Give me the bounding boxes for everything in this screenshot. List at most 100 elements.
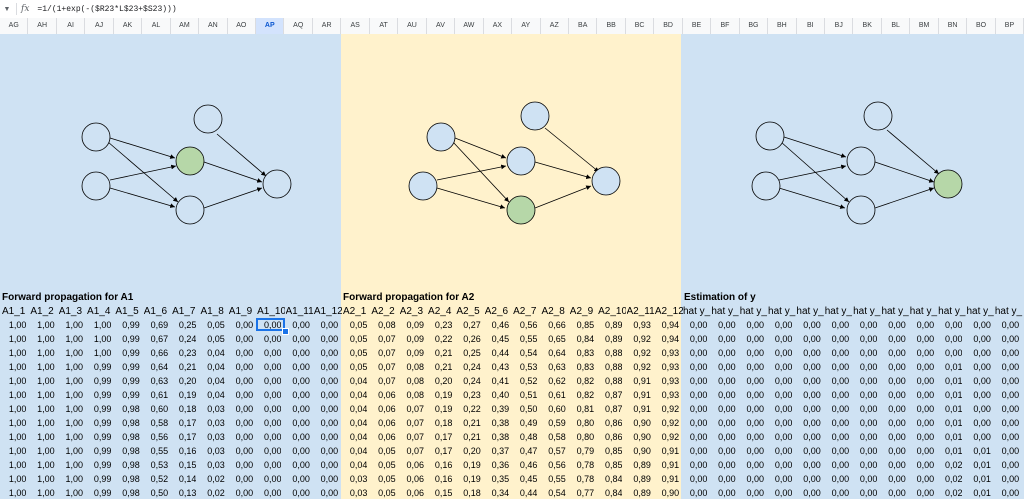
table-cell[interactable]: 0,00 bbox=[681, 430, 708, 444]
table-cell[interactable]: 0,91 bbox=[653, 444, 680, 458]
table-cell[interactable]: 0,00 bbox=[738, 360, 765, 374]
table-cell[interactable]: 0,00 bbox=[851, 360, 878, 374]
table-cell[interactable]: 0,05 bbox=[369, 458, 396, 472]
table-cell[interactable]: 0,04 bbox=[341, 458, 368, 472]
table-cell[interactable]: 0,99 bbox=[113, 318, 140, 332]
table-cell[interactable]: 0,53 bbox=[511, 360, 538, 374]
table-cell[interactable]: 0,00 bbox=[227, 486, 254, 500]
table-cell[interactable]: 0,18 bbox=[454, 486, 481, 500]
table-cell[interactable]: 0,00 bbox=[255, 416, 282, 430]
table-cell[interactable]: 0,89 bbox=[596, 332, 623, 346]
table-cell[interactable]: 1,00 bbox=[0, 458, 27, 472]
table-cell[interactable]: 0,99 bbox=[85, 486, 112, 500]
table-cell[interactable]: 0,44 bbox=[511, 486, 538, 500]
table-cell[interactable]: 0,00 bbox=[794, 374, 821, 388]
column-header[interactable]: AN bbox=[199, 18, 228, 34]
table-cell[interactable]: 0,88 bbox=[596, 360, 623, 374]
table-cell[interactable]: 0,52 bbox=[511, 374, 538, 388]
table-cell[interactable]: 0,03 bbox=[198, 458, 225, 472]
table-cell[interactable]: 0,00 bbox=[766, 374, 793, 388]
table-cell[interactable]: 0,69 bbox=[142, 318, 169, 332]
table-cell[interactable]: 0,00 bbox=[993, 458, 1020, 472]
table-cell[interactable]: 0,04 bbox=[198, 374, 225, 388]
table-cell[interactable]: 0,00 bbox=[312, 318, 339, 332]
table-cell[interactable]: 0,07 bbox=[398, 430, 425, 444]
table-cell[interactable]: 1,00 bbox=[57, 318, 84, 332]
table-cell[interactable]: 1,00 bbox=[57, 374, 84, 388]
table-cell[interactable]: 0,00 bbox=[879, 332, 906, 346]
table-cell[interactable]: 0,06 bbox=[398, 458, 425, 472]
table-cell[interactable]: 0,67 bbox=[142, 332, 169, 346]
column-header[interactable]: AO bbox=[228, 18, 257, 34]
table-cell[interactable]: 0,91 bbox=[625, 374, 651, 388]
table-cell[interactable]: 0,80 bbox=[568, 416, 595, 430]
table-cell[interactable]: 1,00 bbox=[28, 388, 55, 402]
table-cell[interactable]: 0,00 bbox=[993, 346, 1020, 360]
table-cell[interactable]: 0,00 bbox=[738, 374, 765, 388]
table-cell[interactable]: 1,00 bbox=[0, 318, 27, 332]
table-cell[interactable]: 1,00 bbox=[0, 444, 27, 458]
table-cell[interactable]: 0,03 bbox=[341, 486, 368, 500]
table-cell[interactable]: 0,92 bbox=[653, 402, 680, 416]
table-cell[interactable]: 0,43 bbox=[483, 360, 510, 374]
table-cell[interactable]: 0,21 bbox=[426, 360, 453, 374]
table-cell[interactable]: 0,07 bbox=[398, 416, 425, 430]
table-cell[interactable]: 0,02 bbox=[936, 486, 963, 500]
table-cell[interactable]: 0,55 bbox=[539, 472, 566, 486]
table-cell[interactable]: 0,00 bbox=[993, 416, 1020, 430]
table-cell[interactable]: 0,55 bbox=[511, 332, 538, 346]
table-cell[interactable]: 0,00 bbox=[851, 332, 878, 346]
table-cell[interactable]: 0,00 bbox=[709, 346, 736, 360]
table-cell[interactable]: 0,99 bbox=[113, 388, 140, 402]
column-header[interactable]: AW bbox=[455, 18, 484, 34]
table-cell[interactable]: 0,00 bbox=[823, 472, 850, 486]
table-cell[interactable]: 0,26 bbox=[454, 332, 481, 346]
column-header[interactable]: BO bbox=[967, 18, 996, 34]
table-cell[interactable]: 0,00 bbox=[766, 472, 793, 486]
table-cell[interactable]: 0,00 bbox=[993, 374, 1020, 388]
column-header[interactable]: BL bbox=[882, 18, 911, 34]
table-cell[interactable]: 0,00 bbox=[284, 486, 310, 500]
table-cell[interactable]: 0,64 bbox=[142, 360, 169, 374]
table-cell[interactable]: 0,00 bbox=[312, 388, 339, 402]
table-cell[interactable]: 0,00 bbox=[879, 444, 906, 458]
table-cell[interactable]: 0,57 bbox=[539, 444, 566, 458]
table-cell[interactable]: 0,00 bbox=[709, 374, 736, 388]
table-cell[interactable]: 0,89 bbox=[625, 458, 651, 472]
table-cell[interactable]: 1,00 bbox=[57, 486, 84, 500]
table-cell[interactable]: 0,00 bbox=[255, 430, 282, 444]
table-cell[interactable]: 0,00 bbox=[766, 318, 793, 332]
table-cell[interactable]: 1,00 bbox=[28, 472, 55, 486]
table-cell[interactable]: 0,00 bbox=[284, 430, 310, 444]
table-cell[interactable]: 0,17 bbox=[170, 430, 197, 444]
table-cell[interactable]: 0,01 bbox=[965, 486, 991, 500]
table-cell[interactable]: 0,00 bbox=[766, 486, 793, 500]
table-cell[interactable]: 0,00 bbox=[851, 388, 878, 402]
table-cell[interactable]: 0,07 bbox=[369, 360, 396, 374]
table-cell[interactable]: 0,00 bbox=[851, 458, 878, 472]
table-cell[interactable]: 0,00 bbox=[709, 472, 736, 486]
table-cell[interactable]: 0,07 bbox=[369, 346, 396, 360]
table-cell[interactable]: 0,58 bbox=[539, 430, 566, 444]
table-cell[interactable]: 0,93 bbox=[653, 388, 680, 402]
table-cell[interactable]: 0,04 bbox=[341, 388, 368, 402]
table-cell[interactable]: 0,19 bbox=[170, 388, 197, 402]
table-cell[interactable]: 0,00 bbox=[851, 416, 878, 430]
column-header[interactable]: BD bbox=[654, 18, 683, 34]
table-cell[interactable]: 0,00 bbox=[965, 318, 991, 332]
table-cell[interactable]: 0,00 bbox=[738, 346, 765, 360]
column-header[interactable]: AK bbox=[114, 18, 143, 34]
table-cell[interactable]: 0,00 bbox=[284, 388, 310, 402]
table-cell[interactable]: 0,00 bbox=[227, 374, 254, 388]
table-cell[interactable]: 0,44 bbox=[483, 346, 510, 360]
table-cell[interactable]: 0,00 bbox=[823, 332, 850, 346]
table-cell[interactable]: 0,24 bbox=[454, 360, 481, 374]
table-cell[interactable]: 0,00 bbox=[766, 402, 793, 416]
formula-input[interactable]: =1/(1+exp(-($R23*L$23+$S23))) bbox=[37, 5, 176, 14]
table-cell[interactable]: 0,00 bbox=[908, 458, 935, 472]
column-header[interactable]: BB bbox=[597, 18, 626, 34]
table-cell[interactable]: 1,00 bbox=[57, 402, 84, 416]
table-cell[interactable]: 0,13 bbox=[170, 486, 197, 500]
table-cell[interactable]: 0,92 bbox=[625, 332, 651, 346]
table-cell[interactable]: 0,22 bbox=[426, 332, 453, 346]
